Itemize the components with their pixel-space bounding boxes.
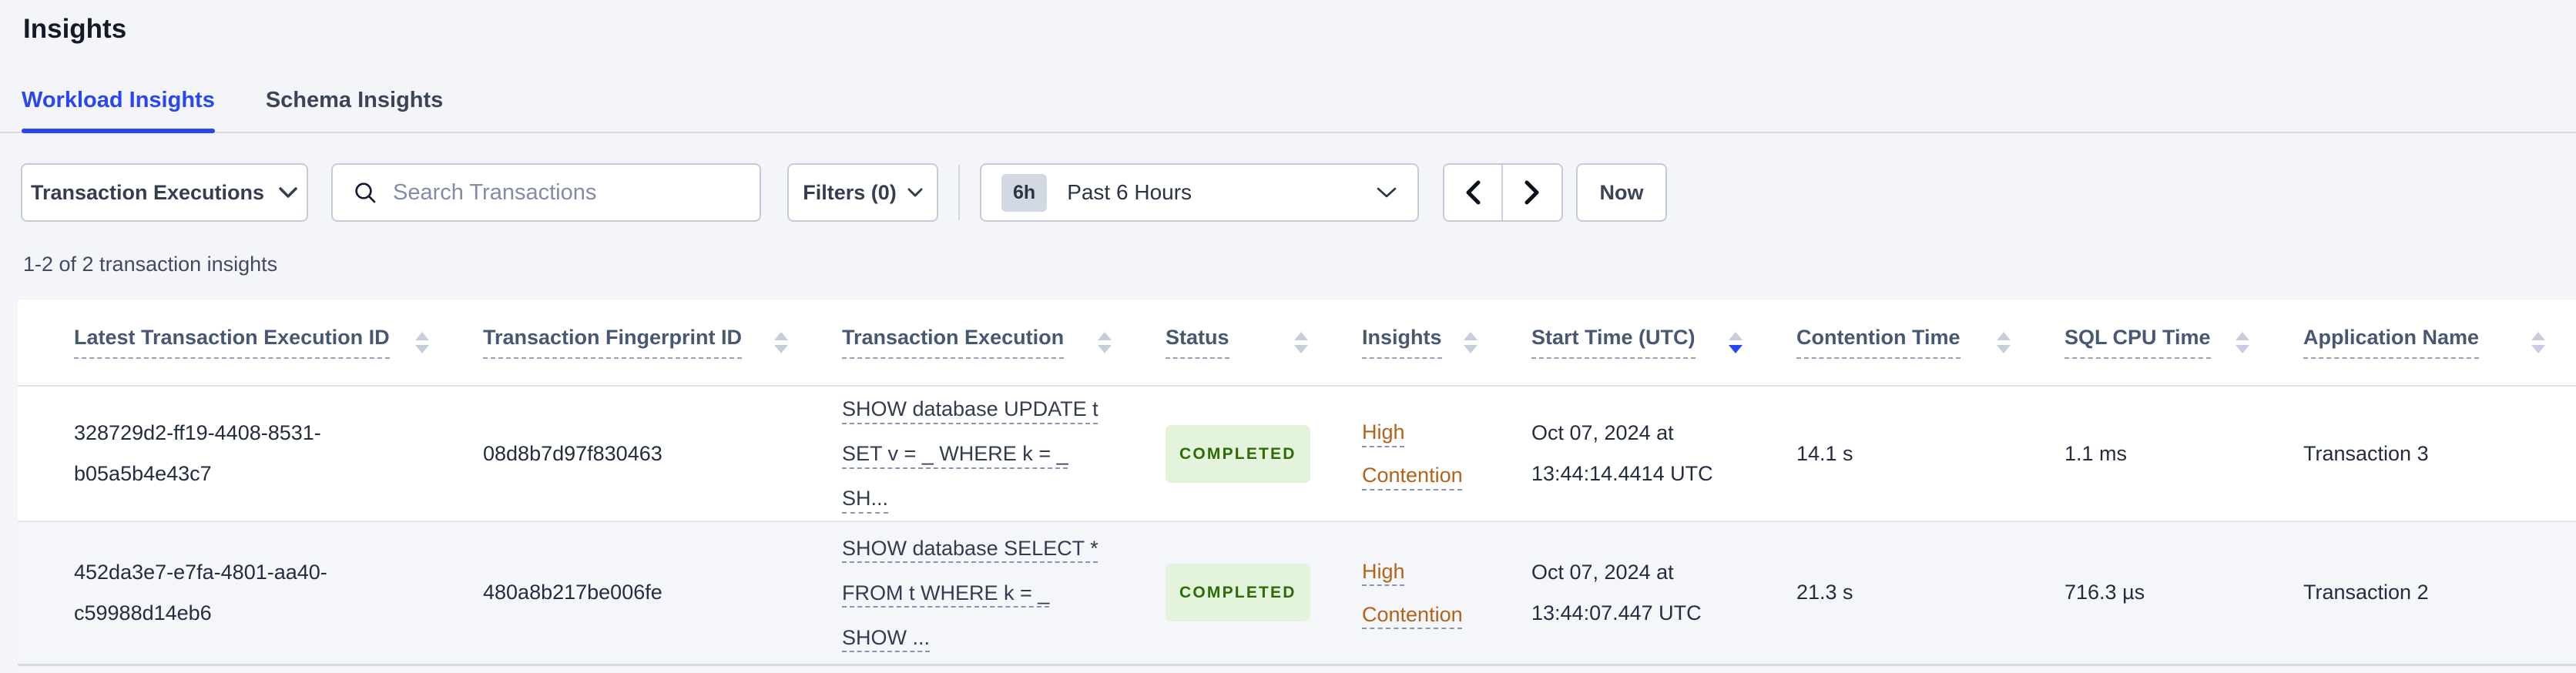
cell-execution-id: 452da3e7-e7fa-4801-aa40-c59988d14eb6 <box>18 521 460 665</box>
tab-label: Schema Insights <box>265 88 444 112</box>
filters-label: Filters (0) <box>803 180 897 204</box>
column-header-status[interactable]: Status <box>1142 300 1339 386</box>
chevron-down-icon <box>907 188 923 196</box>
status-badge: COMPLETED <box>1166 424 1310 483</box>
column-label: Insights <box>1362 326 1442 359</box>
sort-icon-active-desc <box>1729 331 1742 353</box>
column-label: Latest Transaction Execution ID <box>74 326 390 359</box>
application-name: Transaction 2 <box>2303 581 2429 604</box>
transaction-type-label: Transaction Executions <box>30 180 265 204</box>
prev-time-button[interactable] <box>1444 165 1503 220</box>
cell-fingerprint-id: 08d8b7d97f830463 <box>460 386 819 521</box>
cell-application-name: Transaction 3 <box>2280 386 2576 521</box>
sort-icon <box>1294 331 1308 353</box>
column-label: SQL CPU Time <box>2064 326 2211 359</box>
column-label: Transaction Execution <box>842 326 1065 359</box>
sql-cpu-time: 1.1 ms <box>2064 441 2128 465</box>
time-nav-group <box>1443 163 1563 222</box>
tab-bar: Workload Insights Schema Insights <box>0 88 2576 133</box>
column-label: Status <box>1166 326 1229 359</box>
cell-contention-time: 21.3 s <box>1773 521 2041 665</box>
start-time: Oct 07, 2024 at 13:44:14.4414 UTC <box>1531 421 1713 485</box>
column-label: Application Name <box>2303 326 2480 359</box>
sort-icon <box>1098 331 1112 353</box>
column-header-sql-cpu-time[interactable]: SQL CPU Time <box>2041 300 2280 386</box>
column-header-transaction-fingerprint-id[interactable]: Transaction Fingerprint ID <box>460 300 819 386</box>
search-icon <box>355 182 376 203</box>
tab-schema-insights[interactable]: Schema Insights <box>266 88 443 132</box>
fingerprint-id: 480a8b217be006fe <box>483 581 662 604</box>
cell-transaction-execution: SHOW database SELECT * FROM t WHERE k = … <box>819 521 1142 665</box>
status-badge: COMPLETED <box>1166 564 1310 622</box>
sort-icon <box>415 331 429 353</box>
results-summary: 1-2 of 2 transaction insights <box>23 253 278 276</box>
table-header-row: Latest Transaction Execution ID Transact… <box>18 300 2576 386</box>
search-box[interactable] <box>331 163 761 222</box>
sort-icon <box>1997 331 2011 353</box>
cell-sql-cpu-time: 716.3 µs <box>2041 521 2280 665</box>
column-header-transaction-execution[interactable]: Transaction Execution <box>819 300 1142 386</box>
chevron-down-icon <box>279 187 297 198</box>
cell-insights: High Contention <box>1339 386 1508 521</box>
insights-page: Insights Workload Insights Schema Insigh… <box>0 14 2576 665</box>
cell-execution-id: 328729d2-ff19-4408-8531-b05a5b4e43c7 <box>18 386 460 521</box>
table-row: 328729d2-ff19-4408-8531-b05a5b4e43c7 08d… <box>18 386 2576 521</box>
next-time-button[interactable] <box>1503 165 1561 220</box>
chevron-left-icon <box>1466 180 1481 205</box>
chevron-right-icon <box>1524 180 1539 205</box>
column-label: Start Time (UTC) <box>1531 326 1696 359</box>
search-input[interactable] <box>391 179 740 206</box>
time-range-label: Past 6 Hours <box>1067 180 1192 204</box>
column-header-application-name[interactable]: Application Name <box>2280 300 2576 386</box>
sql-cpu-time: 716.3 µs <box>2064 581 2145 604</box>
transaction-type-dropdown[interactable]: Transaction Executions <box>21 163 308 222</box>
column-label: Contention Time <box>1796 326 1961 359</box>
tab-workload-insights[interactable]: Workload Insights <box>22 88 215 133</box>
transaction-query-link[interactable]: SHOW database SELECT * FROM t WHERE k = … <box>842 526 1108 660</box>
high-contention-link[interactable]: High Contention <box>1362 420 1463 487</box>
table-row: 452da3e7-e7fa-4801-aa40-c59988d14eb6 480… <box>18 521 2576 665</box>
cell-fingerprint-id: 480a8b217be006fe <box>460 521 819 665</box>
cell-application-name: Transaction 2 <box>2280 521 2576 665</box>
page-title: Insights <box>23 14 127 44</box>
toolbar-divider <box>958 165 960 220</box>
chevron-down-icon <box>1377 187 1397 198</box>
sort-icon <box>774 331 788 353</box>
cell-start-time: Oct 07, 2024 at 13:44:14.4414 UTC <box>1508 386 1773 521</box>
sort-icon <box>2236 331 2249 353</box>
execution-id: 328729d2-ff19-4408-8531-b05a5b4e43c7 <box>74 421 321 485</box>
high-contention-link[interactable]: High Contention <box>1362 560 1463 626</box>
cell-status: COMPLETED <box>1142 521 1339 665</box>
cell-contention-time: 14.1 s <box>1773 386 2041 521</box>
toolbar: Transaction Executions Filters (0) 6h Pa… <box>21 163 2576 222</box>
insights-table-card: Latest Transaction Execution ID Transact… <box>18 300 2576 665</box>
cell-transaction-execution: SHOW database UPDATE t SET v = _ WHERE k… <box>819 386 1142 521</box>
cell-start-time: Oct 07, 2024 at 13:44:07.447 UTC <box>1508 521 1773 665</box>
column-header-start-time[interactable]: Start Time (UTC) <box>1508 300 1773 386</box>
time-range-badge: 6h <box>1001 173 1048 212</box>
now-button[interactable]: Now <box>1576 163 1667 222</box>
tab-label: Workload Insights <box>22 88 215 112</box>
cell-status: COMPLETED <box>1142 386 1339 521</box>
contention-time: 21.3 s <box>1796 581 1853 604</box>
column-header-latest-transaction-execution-id[interactable]: Latest Transaction Execution ID <box>18 300 460 386</box>
column-header-insights[interactable]: Insights <box>1339 300 1508 386</box>
transaction-query-link[interactable]: SHOW database UPDATE t SET v = _ WHERE k… <box>842 387 1108 521</box>
column-label: Transaction Fingerprint ID <box>483 326 743 359</box>
sort-icon <box>1464 331 1478 353</box>
column-header-contention-time[interactable]: Contention Time <box>1773 300 2041 386</box>
cell-sql-cpu-time: 1.1 ms <box>2041 386 2280 521</box>
application-name: Transaction 3 <box>2303 441 2429 465</box>
filters-dropdown[interactable]: Filters (0) <box>787 163 938 222</box>
contention-time: 14.1 s <box>1796 441 1853 465</box>
sort-icon <box>2531 331 2545 353</box>
insights-table: Latest Transaction Execution ID Transact… <box>18 300 2576 666</box>
fingerprint-id: 08d8b7d97f830463 <box>483 441 662 465</box>
start-time: Oct 07, 2024 at 13:44:07.447 UTC <box>1531 560 1702 624</box>
cell-insights: High Contention <box>1339 521 1508 665</box>
time-range-picker[interactable]: 6h Past 6 Hours <box>980 163 1419 222</box>
execution-id: 452da3e7-e7fa-4801-aa40-c59988d14eb6 <box>74 560 327 624</box>
